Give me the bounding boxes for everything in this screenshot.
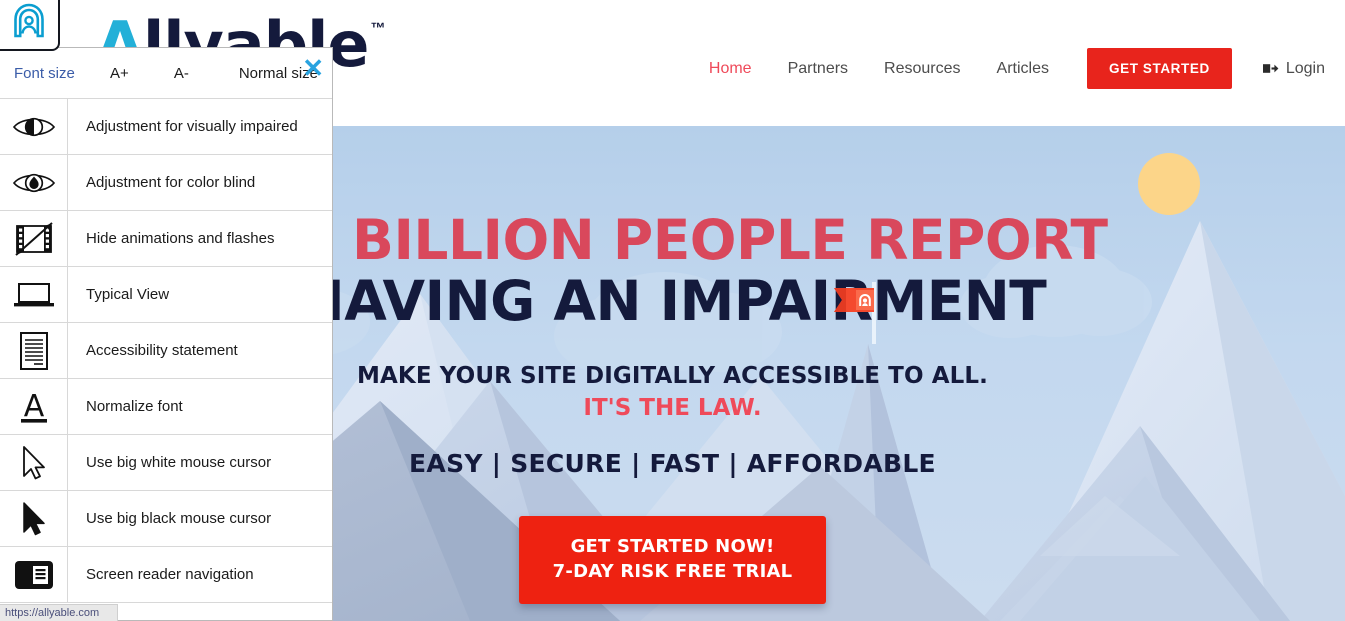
option-label: Normalize font xyxy=(86,398,183,415)
option-accessibility-statement[interactable]: Accessibility statement xyxy=(0,322,332,379)
hero-cta-line2: 7-DAY RISK FREE TRIAL xyxy=(552,560,793,582)
laptop-icon xyxy=(0,266,68,323)
status-bar-url: https://allyable.com xyxy=(5,607,100,619)
get-started-button[interactable]: GET STARTED xyxy=(1086,48,1232,89)
option-label: Screen reader navigation xyxy=(86,566,254,583)
hero-cta-line1: GET STARTED NOW! xyxy=(570,536,775,558)
option-visually-impaired[interactable]: Adjustment for visually impaired xyxy=(0,98,332,155)
option-label: Use big white mouse cursor xyxy=(86,454,272,471)
brand-trademark: ™ xyxy=(370,20,386,37)
main-navigation: Home Partners Resources Articles GET STA… xyxy=(691,48,1325,89)
option-screen-reader[interactable]: Screen reader navigation xyxy=(0,546,332,603)
white-cursor-icon xyxy=(0,434,68,491)
browser-status-bar: https://allyable.com xyxy=(0,604,118,621)
letter-a-underline-icon: A xyxy=(0,378,68,435)
film-strip-crossed-icon xyxy=(0,210,68,267)
accessibility-badge-button[interactable] xyxy=(0,0,60,51)
option-big-white-cursor[interactable]: Use big white mouse cursor xyxy=(0,434,332,491)
login-label: Login xyxy=(1285,59,1325,77)
nav-link-articles[interactable]: Articles xyxy=(979,53,1067,85)
option-label: Adjustment for color blind xyxy=(86,174,256,191)
black-cursor-icon xyxy=(0,490,68,547)
close-panel-button[interactable]: ✕ xyxy=(302,55,324,81)
option-big-black-cursor[interactable]: Use big black mouse cursor xyxy=(0,490,332,547)
document-lines-icon xyxy=(0,322,68,379)
option-normalize-font[interactable]: A Normalize font xyxy=(0,378,332,435)
option-label: Adjustment for visually impaired xyxy=(86,118,298,135)
option-label: Use big black mouse cursor xyxy=(86,510,272,527)
screen-reader-icon xyxy=(0,546,68,603)
font-size-label: Font size xyxy=(14,64,75,82)
accessibility-panel: Font size A+ A- Normal size ✕ Adjustment… xyxy=(0,47,333,621)
flag-with-logo-icon xyxy=(832,286,878,325)
sign-in-icon xyxy=(1262,61,1279,76)
eye-droplet-icon xyxy=(0,154,68,211)
login-link[interactable]: Login xyxy=(1262,60,1325,78)
increase-font-button[interactable]: A+ xyxy=(110,65,129,82)
hero-get-started-button[interactable]: GET STARTED NOW! 7-DAY RISK FREE TRIAL xyxy=(518,516,827,604)
nav-link-partners[interactable]: Partners xyxy=(770,53,866,85)
eye-contrast-icon xyxy=(0,98,68,155)
option-label: Typical View xyxy=(86,286,170,303)
accessibility-options-list: Adjustment for visually impaired Adjustm… xyxy=(0,98,332,603)
panel-font-size-bar: Font size A+ A- Normal size ✕ xyxy=(0,48,332,98)
decrease-font-button[interactable]: A- xyxy=(174,65,189,82)
option-label: Accessibility statement xyxy=(86,342,238,359)
option-typical-view[interactable]: Typical View xyxy=(0,266,332,323)
option-label: Hide animations and flashes xyxy=(86,230,275,247)
page-root: Allyable ™ Home Partners Resources Artic… xyxy=(0,0,1345,621)
nav-link-resources[interactable]: Resources xyxy=(866,53,978,85)
option-color-blind[interactable]: Adjustment for color blind xyxy=(0,154,332,211)
accessibility-a-icon xyxy=(12,3,46,44)
svg-text:A: A xyxy=(23,389,44,424)
option-hide-animations[interactable]: Hide animations and flashes xyxy=(0,210,332,267)
nav-link-home[interactable]: Home xyxy=(691,53,770,85)
